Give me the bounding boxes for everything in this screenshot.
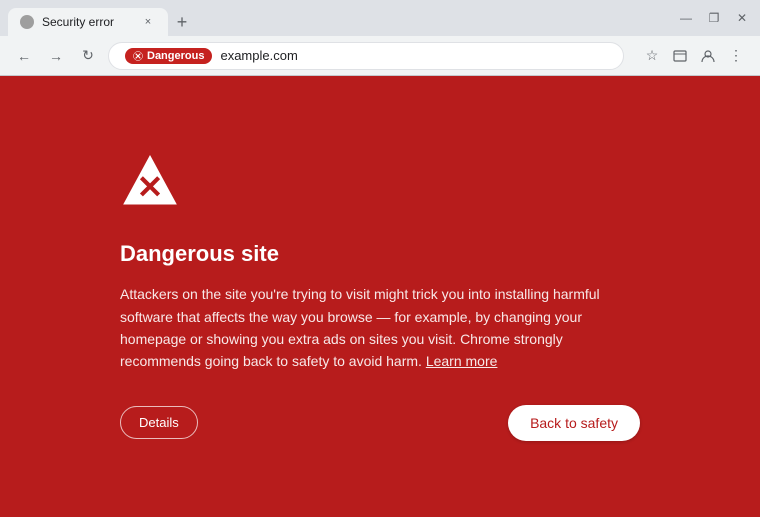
- menu-icon[interactable]: ⋮: [724, 44, 748, 68]
- title-bar: Security error × + — ❐ ✕: [0, 0, 760, 36]
- error-description-text: Attackers on the site you're trying to v…: [120, 286, 600, 369]
- reload-button[interactable]: ↻: [76, 44, 100, 68]
- svg-text:✕: ✕: [137, 169, 164, 205]
- address-bar: ← → ↻ Dangerous example.com ☆ ⋮: [0, 36, 760, 76]
- danger-icon: ✕: [120, 152, 180, 212]
- error-description: Attackers on the site you're trying to v…: [120, 283, 640, 373]
- address-actions: ☆ ⋮: [640, 44, 748, 68]
- back-to-safety-button[interactable]: Back to safety: [508, 405, 640, 441]
- error-content: ✕ Dangerous site Attackers on the site y…: [120, 152, 640, 441]
- tab-favicon: [20, 15, 34, 29]
- active-tab[interactable]: Security error ×: [8, 8, 168, 36]
- error-actions: Details Back to safety: [120, 405, 640, 441]
- tab-search-icon[interactable]: [668, 44, 692, 68]
- dangerous-badge: Dangerous: [125, 48, 212, 64]
- new-tab-button[interactable]: +: [168, 8, 196, 36]
- address-input[interactable]: Dangerous example.com: [108, 42, 624, 70]
- tab-close-button[interactable]: ×: [140, 14, 156, 30]
- learn-more-link[interactable]: Learn more: [426, 353, 498, 369]
- window-controls: — ❐ ✕: [676, 8, 752, 28]
- error-title: Dangerous site: [120, 241, 640, 267]
- close-window-button[interactable]: ✕: [732, 8, 752, 28]
- profile-icon[interactable]: [696, 44, 720, 68]
- dangerous-label: Dangerous: [147, 50, 204, 62]
- url-text: example.com: [220, 48, 297, 63]
- bookmark-icon[interactable]: ☆: [640, 44, 664, 68]
- tab-title: Security error: [42, 15, 132, 29]
- restore-button[interactable]: ❐: [704, 8, 724, 28]
- tab-strip: Security error × +: [8, 0, 672, 36]
- minimize-button[interactable]: —: [676, 8, 696, 28]
- shield-x-icon: [133, 51, 143, 61]
- forward-button[interactable]: →: [44, 44, 68, 68]
- details-button[interactable]: Details: [120, 406, 198, 439]
- back-button[interactable]: ←: [12, 44, 36, 68]
- error-page: ✕ Dangerous site Attackers on the site y…: [0, 76, 760, 517]
